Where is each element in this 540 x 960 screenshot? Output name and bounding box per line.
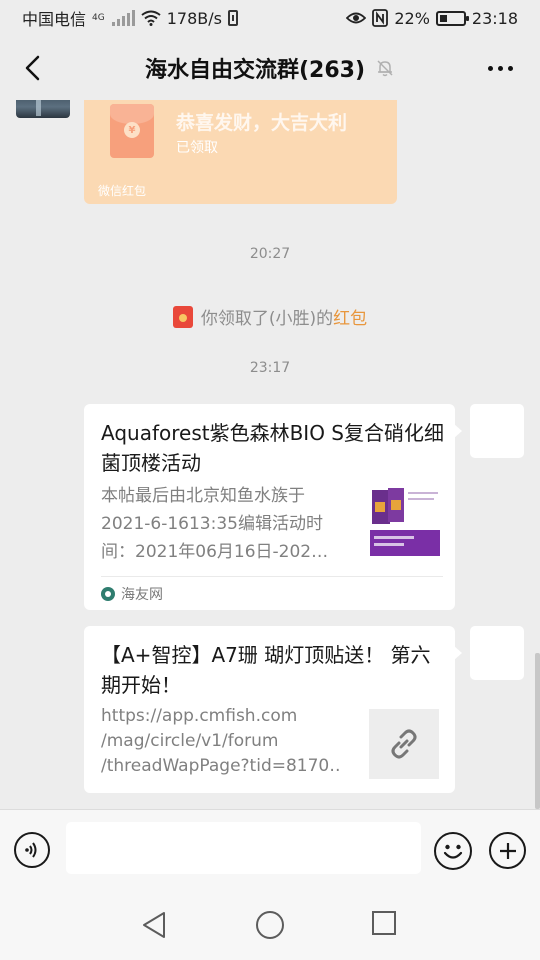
product-thumbnail — [370, 486, 440, 556]
status-right: 22% 23:18 — [346, 9, 518, 28]
red-packet-link[interactable]: 红包 — [333, 309, 367, 329]
more-icon-dot — [497, 65, 503, 71]
emoji-button[interactable] — [434, 832, 472, 870]
red-packet-label: 微信红包 — [98, 184, 147, 198]
signal-icon — [111, 10, 135, 26]
link-card-title: 【A+智控】A7珊 瑚灯顶贴送！ 第六期开始！ — [101, 643, 431, 697]
network-type: 4G — [92, 12, 105, 23]
link-card-desc-line: 本帖最后由北京知鱼水族于 — [101, 486, 305, 506]
plus-button[interactable] — [489, 832, 526, 869]
chat-area[interactable]: ¥ 恭喜发财，大吉大利 已领取 微信红包 20:27 你领取了(小胜)的红包 2… — [0, 100, 540, 809]
battery-icon — [435, 10, 469, 26]
link-thumbnail — [369, 709, 439, 779]
status-bar: 中国电信 4G 178B/s 22% 23:18 — [0, 0, 540, 36]
nav-back-icon[interactable] — [140, 910, 170, 940]
eye-icon — [346, 12, 367, 24]
source-icon — [101, 587, 115, 601]
link-card-desc-line: 间：2021年06月16日-202… — [101, 542, 329, 562]
nfc-icon — [372, 9, 389, 27]
link-card-desc-line: /threadWapPage?tid=8170… — [101, 756, 341, 776]
my-avatar[interactable] — [470, 404, 524, 458]
chat-header: 海水自由交流群(263) — [0, 36, 540, 100]
battery-percent: 22% — [394, 8, 430, 28]
card-divider — [101, 576, 443, 577]
voice-icon — [25, 842, 37, 858]
back-icon — [25, 55, 40, 81]
my-avatar[interactable] — [470, 626, 524, 680]
status-left: 中国电信 4G 178B/s — [22, 6, 238, 30]
link-card-desc-line: https://app.cmfish.com — [101, 706, 298, 726]
nav-home-icon[interactable] — [256, 911, 284, 939]
red-packet-icon: ¥ — [110, 104, 154, 158]
timestamp: 23:17 — [249, 360, 291, 376]
sender-avatar[interactable] — [16, 100, 70, 118]
system-message: 你领取了(小胜)的红包 — [0, 304, 540, 329]
system-text: 你领取了(小胜)的 — [200, 309, 334, 329]
title-wrap: 海水自由交流群(263) — [145, 52, 395, 84]
message-input[interactable] — [66, 822, 421, 874]
link-card[interactable]: Aquaforest紫色森林BIO S复合硝化细菌顶楼活动 本帖最后由北京知鱼水… — [84, 404, 462, 610]
carrier-name: 中国电信 — [22, 10, 87, 29]
sim-alert-icon — [227, 10, 238, 26]
wifi-icon — [141, 10, 161, 26]
red-packet-small-icon — [172, 305, 193, 328]
link-icon — [391, 729, 417, 759]
back-button[interactable] — [14, 50, 50, 86]
scrollbar[interactable] — [535, 653, 540, 809]
link-card-title: Aquaforest紫色森林BIO S复合硝化细菌顶楼活动 — [101, 421, 444, 475]
plus-icon — [499, 842, 516, 859]
more-button[interactable] — [480, 50, 520, 86]
emoji-icon — [443, 844, 463, 859]
link-card-desc-line: /mag/circle/v1/forum — [101, 731, 279, 751]
system-nav-bar — [0, 891, 540, 960]
network-speed: 178B/s — [166, 8, 222, 28]
more-icon-dot — [507, 65, 513, 71]
source-name: 海友网 — [121, 587, 163, 603]
chat-title: 海水自由交流群(263) — [144, 58, 366, 83]
voice-button[interactable] — [14, 832, 50, 868]
clock: 23:18 — [471, 8, 518, 28]
timestamp: 20:27 — [249, 246, 291, 262]
input-bar — [0, 809, 540, 891]
more-icon-dot — [487, 65, 493, 71]
link-source: 海友网 — [101, 584, 163, 604]
link-card-desc-line: 2021-6-1613:35编辑活动时 — [101, 514, 323, 534]
mute-bell-icon — [377, 60, 393, 77]
red-packet-status: 已领取 — [176, 140, 218, 156]
red-packet-title: 恭喜发财，大吉大利 — [176, 112, 348, 134]
nav-recent-icon[interactable] — [372, 911, 396, 935]
red-packet-message[interactable]: ¥ 恭喜发财，大吉大利 已领取 微信红包 — [84, 100, 397, 204]
link-card[interactable]: 【A+智控】A7珊 瑚灯顶贴送！ 第六期开始！ https://app.cmfi… — [84, 626, 462, 793]
